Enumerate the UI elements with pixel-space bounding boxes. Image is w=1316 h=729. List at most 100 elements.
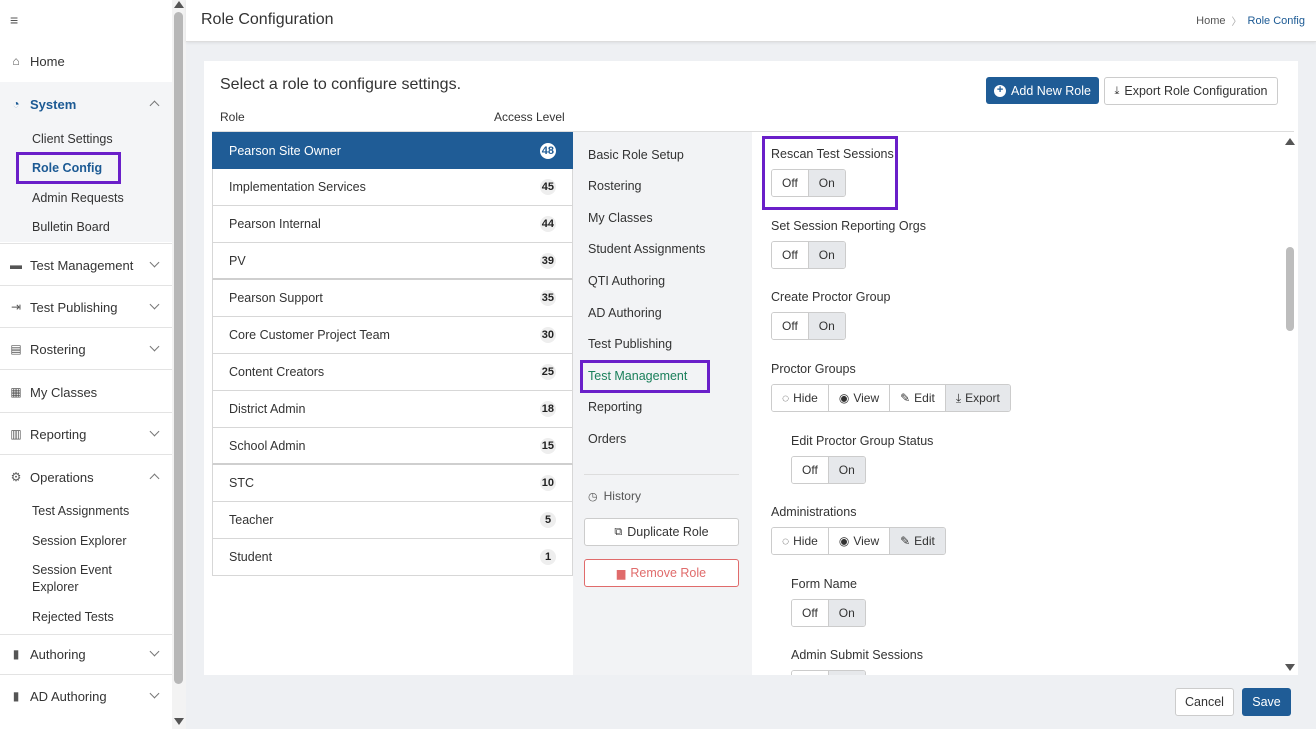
menu-reporting[interactable]: Reporting [588, 400, 642, 414]
on-option[interactable]: On [827, 671, 865, 675]
role-row[interactable]: Pearson Support 35 [212, 280, 573, 317]
history-link[interactable]: ◷ History [588, 489, 641, 503]
nav-home[interactable]: ⌂ Home [0, 52, 172, 70]
access-level-badge: 35 [539, 290, 556, 306]
role-row[interactable]: Implementation Services 45 [212, 169, 573, 206]
view-option[interactable]: ◉ View [827, 528, 890, 554]
scrollbar-thumb[interactable] [174, 12, 183, 684]
export-option[interactable]: ⤓ Export [944, 385, 1010, 411]
nav-admin-requests[interactable]: Admin Requests [32, 190, 124, 207]
nav-ad-authoring[interactable]: ▮ AD Authoring [0, 687, 172, 705]
off-option[interactable]: Off [772, 242, 808, 268]
off-option[interactable]: Off [792, 671, 828, 675]
export-role-configuration-button[interactable]: ⤓ Export Role Configuration [1104, 77, 1278, 105]
role-row[interactable]: Student 1 [212, 539, 573, 576]
scroll-up-arrow-icon[interactable] [1285, 138, 1295, 145]
menu-ad-authoring[interactable]: AD Authoring [588, 306, 662, 320]
divider [584, 474, 739, 475]
on-option[interactable]: On [807, 242, 845, 268]
role-name: District Admin [229, 402, 306, 416]
hide-option[interactable]: ◌ Hide [772, 528, 828, 554]
plus-circle-icon: + [994, 84, 1007, 97]
role-row[interactable]: District Admin 18 [212, 391, 573, 428]
cancel-button[interactable]: Cancel [1175, 688, 1234, 716]
menu-my-classes[interactable]: My Classes [588, 211, 653, 225]
nav-authoring[interactable]: ▮ Authoring [0, 645, 172, 663]
pencil-icon: ✎ [900, 391, 911, 405]
hide-label: Hide [793, 534, 818, 548]
view-option[interactable]: ◉ View [827, 385, 890, 411]
scroll-up-arrow-icon[interactable] [174, 1, 184, 8]
nav-bulletin-board[interactable]: Bulletin Board [32, 219, 110, 236]
access-level-badge: 44 [539, 216, 556, 232]
bar-chart-icon: ▥ [10, 427, 22, 441]
breadcrumb: Home 〉 Role Config [1196, 13, 1305, 29]
role-row[interactable]: Pearson Site Owner 48 [212, 132, 573, 169]
off-option[interactable]: Off [792, 600, 828, 626]
role-row[interactable]: Pearson Internal 44 [212, 206, 573, 243]
hide-option[interactable]: ◌ Hide [772, 385, 828, 411]
edit-proctor-group-status-label: Edit Proctor Group Status [791, 434, 934, 448]
eye-slash-icon: ◌ [782, 391, 790, 405]
role-row[interactable]: STC 10 [212, 465, 573, 502]
eye-icon: ◉ [838, 391, 850, 405]
divider [0, 369, 172, 370]
edit-option[interactable]: ✎ Edit [889, 528, 945, 554]
scroll-down-arrow-icon[interactable] [1285, 664, 1295, 671]
menu-test-publishing[interactable]: Test Publishing [588, 337, 672, 351]
hamburger-menu-icon[interactable]: ≡ [10, 12, 18, 28]
role-row[interactable]: Core Customer Project Team 30 [212, 317, 573, 354]
on-option[interactable]: On [827, 600, 865, 626]
view-label: View [853, 534, 880, 548]
chevron-down-icon [149, 688, 160, 699]
off-option[interactable]: Off [772, 170, 808, 196]
nav-reporting[interactable]: ▥ Reporting [0, 425, 172, 443]
nav-test-assignments[interactable]: Test Assignments [32, 503, 129, 520]
remove-role-button[interactable]: ▆ Remove Role [584, 559, 739, 587]
settings-scrollbar[interactable] [1284, 132, 1296, 675]
access-level-badge: 45 [539, 179, 556, 195]
nav-session-explorer[interactable]: Session Explorer [32, 533, 127, 550]
nav-system[interactable]: ◔ System [0, 95, 172, 113]
scroll-down-arrow-icon[interactable] [174, 718, 184, 725]
role-row[interactable]: PV 39 [212, 243, 573, 280]
nav-my-classes[interactable]: ▦ My Classes [0, 383, 172, 401]
nav-reporting-label: Reporting [30, 426, 87, 442]
nav-test-publishing[interactable]: ⇥ Test Publishing [0, 298, 172, 316]
on-option[interactable]: On [807, 313, 845, 339]
on-option[interactable]: On [807, 170, 845, 196]
history-label: History [603, 489, 641, 503]
edit-option[interactable]: ✎ Edit [889, 385, 945, 411]
nav-session-event-explorer[interactable]: Session Event Explorer [32, 562, 122, 596]
nav-rejected-tests[interactable]: Rejected Tests [32, 609, 114, 626]
nav-test-publishing-label: Test Publishing [30, 299, 118, 315]
menu-student-assignments[interactable]: Student Assignments [588, 242, 705, 256]
add-new-role-label: Add New Role [1011, 83, 1091, 98]
on-option[interactable]: On [827, 457, 865, 483]
chevron-right-icon: 〉 [1231, 17, 1242, 28]
breadcrumb-home[interactable]: Home [1196, 15, 1225, 27]
nav-test-management[interactable]: ▬ Test Management [0, 256, 172, 274]
dashboard-icon: ◔ [12, 97, 20, 111]
clipboard-icon: ▤ [10, 342, 22, 356]
role-row[interactable]: School Admin 15 [212, 428, 573, 465]
nav-test-management-label: Test Management [30, 257, 134, 273]
off-option[interactable]: Off [772, 313, 808, 339]
menu-basic-role-setup[interactable]: Basic Role Setup [588, 148, 684, 162]
sidebar-scrollbar[interactable] [172, 0, 186, 729]
add-new-role-button[interactable]: + Add New Role [986, 77, 1099, 104]
menu-orders[interactable]: Orders [588, 432, 626, 446]
nav-client-settings[interactable]: Client Settings [32, 131, 113, 148]
scrollbar-thumb[interactable] [1286, 247, 1294, 331]
duplicate-role-button[interactable]: ⧉ Duplicate Role [584, 518, 739, 546]
role-row[interactable]: Content Creators 25 [212, 354, 573, 391]
nav-operations[interactable]: ⚙ Operations [0, 468, 172, 486]
nav-rostering[interactable]: ▤ Rostering [0, 340, 172, 358]
divider [0, 327, 172, 328]
classes-icon: ▦ [10, 385, 22, 399]
off-option[interactable]: Off [792, 457, 828, 483]
role-row[interactable]: Teacher 5 [212, 502, 573, 539]
save-button[interactable]: Save [1242, 688, 1291, 716]
menu-qti-authoring[interactable]: QTI Authoring [588, 274, 665, 288]
menu-rostering[interactable]: Rostering [588, 179, 642, 193]
